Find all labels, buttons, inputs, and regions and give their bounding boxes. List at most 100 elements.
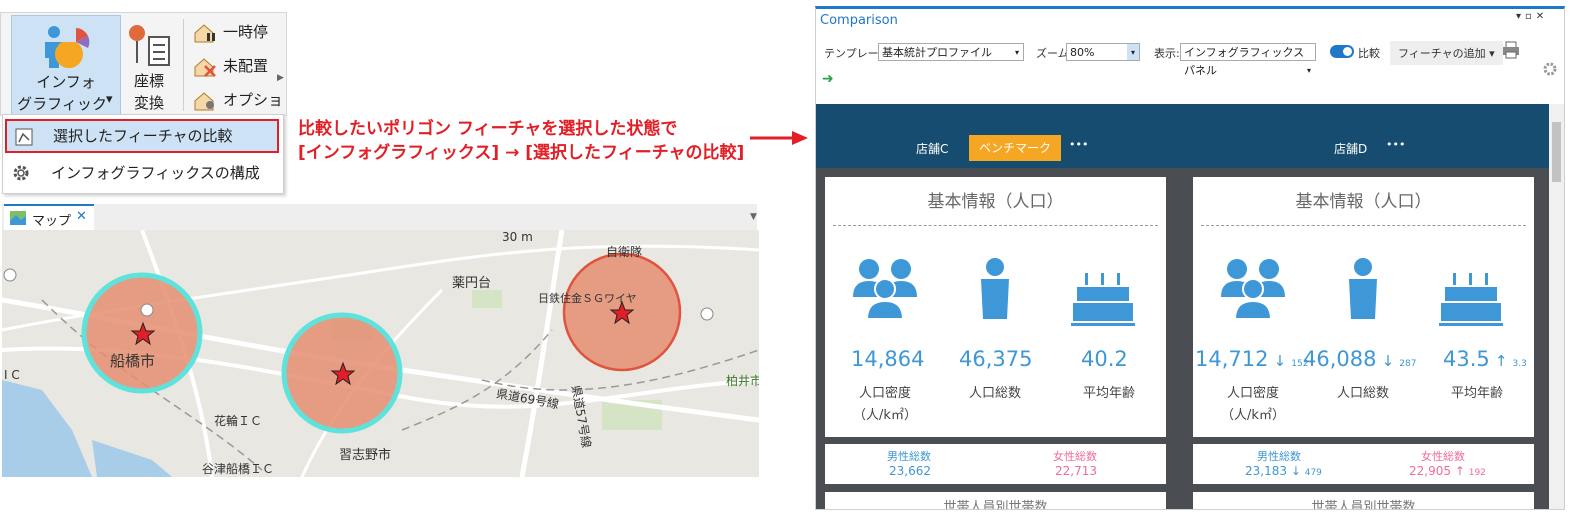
- configure-label: インフォグラフィックスの構成: [51, 164, 260, 182]
- unplaced-label: 未配置: [223, 57, 269, 75]
- pause-item[interactable]: 一時停: [191, 21, 281, 43]
- chevron-down-icon: ▾: [1014, 48, 1019, 57]
- ribbon-group: インフォ グラフィックス ▾ 座標 変換 一時停 未配置 オプショ ▶: [0, 12, 287, 135]
- tab-store-c[interactable]: 店舗C: [916, 140, 948, 157]
- map-label-yakuendai: 薬円台: [452, 276, 492, 291]
- tab-benchmark[interactable]: ベンチマーク: [969, 135, 1061, 161]
- infographics-icon: [45, 26, 90, 68]
- more-icon[interactable]: •••: [1069, 138, 1088, 151]
- household-caption: 世帯人員別世帯数: [943, 500, 1048, 510]
- menu-compare-selected[interactable]: 選択したフィーチャの比較: [5, 119, 279, 153]
- pane-scrollbar[interactable]: [1549, 104, 1564, 509]
- male-value: 23,662: [889, 464, 931, 478]
- age-delta: 3.3: [1512, 359, 1527, 369]
- map-label-nittetsu: 日鉄住金ＳＧワイヤ: [538, 292, 637, 305]
- dropdown-arrow-icon[interactable]: ▾: [106, 92, 113, 107]
- total-value-group: 46,088 ↓ 287: [1303, 347, 1416, 371]
- zoom-select[interactable]: 80% ▾: [1066, 43, 1140, 61]
- total-population-icon: [1349, 258, 1377, 319]
- infographics-button[interactable]: インフォ グラフィックス ▾: [11, 15, 121, 135]
- density-value: 14,864: [851, 347, 925, 371]
- card-right-gender: 男性総数 23,183 ↓ 479 女性総数 22,905 ↑ 192: [1193, 444, 1534, 484]
- options-label: オプショ: [223, 91, 284, 109]
- map-tab-close-icon[interactable]: ✕: [76, 209, 87, 224]
- down-arrow-icon: ↓: [1381, 352, 1395, 370]
- population-density-icon: [1221, 259, 1285, 320]
- female-caption: 女性総数: [1421, 450, 1465, 463]
- tab-store-d[interactable]: 店舗D: [1334, 140, 1367, 157]
- female-value-group: 22,905 ↑ 192: [1409, 464, 1486, 478]
- total-value: 46,088: [1303, 347, 1377, 371]
- map-label-jieitai: 自衛隊: [606, 245, 643, 259]
- card-divider: [833, 225, 1158, 226]
- menu-configure[interactable]: インフォグラフィックスの構成: [3, 156, 283, 190]
- infographics-menu: 選択したフィーチャの比較 インフォグラフィックスの構成: [2, 114, 284, 194]
- display-select[interactable]: インフォグラフィックス パネル ▾: [1180, 43, 1316, 77]
- map-tab-menu-icon[interactable]: ▼: [750, 212, 757, 222]
- map-label-narashino: 習志野市: [339, 448, 392, 463]
- template-value: 基本統計プロファイル: [882, 46, 992, 59]
- infographic-header: 店舗C ベンチマーク ••• 店舗D •••: [816, 104, 1549, 168]
- total-population-icon: [981, 258, 1009, 319]
- age-caption: 平均年齢: [1450, 386, 1503, 401]
- display-value: インフォグラフィックス パネル: [1184, 46, 1305, 77]
- density-value: 14,712: [1195, 347, 1269, 371]
- density-caption: 人口密度: [1226, 386, 1279, 401]
- female-caption: 女性総数: [1053, 450, 1097, 463]
- annotation-line-2: [インフォグラフィックス] → [選択したフィーチャの比較]: [298, 143, 745, 163]
- card-right-basic: 基本情報（人口） 14,712 ↓ 152 46,088 ↓ 287 43.5 …: [1193, 177, 1534, 437]
- total-caption: 人口総数: [968, 386, 1021, 401]
- household-caption: 世帯人員別世帯数: [1311, 500, 1416, 510]
- settings-gear-icon[interactable]: [1542, 61, 1558, 77]
- map-view[interactable]: 30 m 薬円台 自衛隊 日鉄住金ＳＧワイヤ 船橋市 I C 花輪ＩＣ 県道69…: [2, 230, 759, 477]
- house-gear-icon: [194, 92, 214, 111]
- add-feature-button[interactable]: フィーチャの追加 ▾: [1390, 41, 1503, 65]
- age-value-group: 43.5 ↑ 3.3: [1443, 347, 1527, 371]
- female-value: 22,713: [1055, 464, 1097, 478]
- options-item[interactable]: オプショ: [191, 89, 284, 111]
- ribbon-scroll-right-icon[interactable]: ▶: [277, 73, 284, 83]
- pause-label: 一時停: [223, 23, 269, 41]
- infographic-body: 店舗C ベンチマーク ••• 店舗D ••• 基本情報（人口） 14,864 4…: [816, 104, 1549, 509]
- map-label-kashiwai: 柏井市: [726, 374, 759, 388]
- print-icon[interactable]: [1502, 41, 1520, 59]
- house-pause-icon: [194, 24, 215, 43]
- down-arrow-icon: ↓: [1273, 352, 1287, 370]
- pane-window-controls[interactable]: ▾▫✕: [1516, 11, 1548, 22]
- male-caption: 男性総数: [887, 450, 931, 463]
- unplaced-item[interactable]: 未配置: [191, 55, 281, 77]
- compare-icon: [15, 128, 33, 146]
- comparison-pane: Comparison ▾▫✕ テンプレート: 基本統計プロファイル ▾ ズーム: …: [815, 6, 1565, 510]
- pane-title: Comparison: [820, 13, 898, 28]
- more-icon[interactable]: •••: [1386, 138, 1405, 151]
- density-unit: （人/k㎡）: [853, 408, 917, 423]
- card-title: 基本情報（人口）: [1295, 192, 1432, 212]
- geocode-label-1: 座標: [133, 72, 164, 90]
- house-x-icon: [194, 58, 216, 77]
- map-tab-bar: マップ ✕ ▼: [2, 204, 757, 232]
- zoom-value: 80%: [1070, 46, 1095, 59]
- map-label-ic: I C: [4, 368, 20, 382]
- compare-label: 選択したフィーチャの比較: [53, 127, 233, 145]
- male-caption: 男性総数: [1257, 450, 1301, 463]
- compare-toggle[interactable]: [1330, 45, 1354, 58]
- chevron-down-icon: ▾: [1127, 44, 1139, 60]
- average-age-cake-icon: [1071, 273, 1135, 326]
- density-unit: （人/k㎡）: [1221, 408, 1285, 423]
- template-select[interactable]: 基本統計プロファイル ▾: [878, 43, 1024, 61]
- card-left-household: 世帯人員別世帯数: [825, 492, 1166, 510]
- geocode-button[interactable]: 座標 変換: [119, 15, 179, 113]
- density-caption: 人口密度: [858, 386, 911, 401]
- annotation-arrow-icon: [750, 131, 808, 145]
- map-tab[interactable]: マップ ✕: [4, 204, 94, 230]
- map-tab-label: マップ: [32, 214, 72, 229]
- map-label-scale: 30 m: [502, 230, 533, 244]
- gear-icon: [13, 165, 29, 181]
- total-caption: 人口総数: [1336, 386, 1389, 401]
- export-arrow-icon[interactable]: ➜: [822, 71, 834, 87]
- card-left-basic: 基本情報（人口） 14,864 46,375 40.2 人口密度 （人/k㎡） …: [825, 177, 1166, 437]
- map-label-funabashi: 船橋市: [110, 352, 156, 370]
- card-right-household: 世帯人員別世帯数: [1193, 492, 1534, 510]
- card-title: 基本情報（人口）: [927, 192, 1064, 212]
- map-label-yatsu: 谷津船橋ＩＣ: [202, 462, 275, 476]
